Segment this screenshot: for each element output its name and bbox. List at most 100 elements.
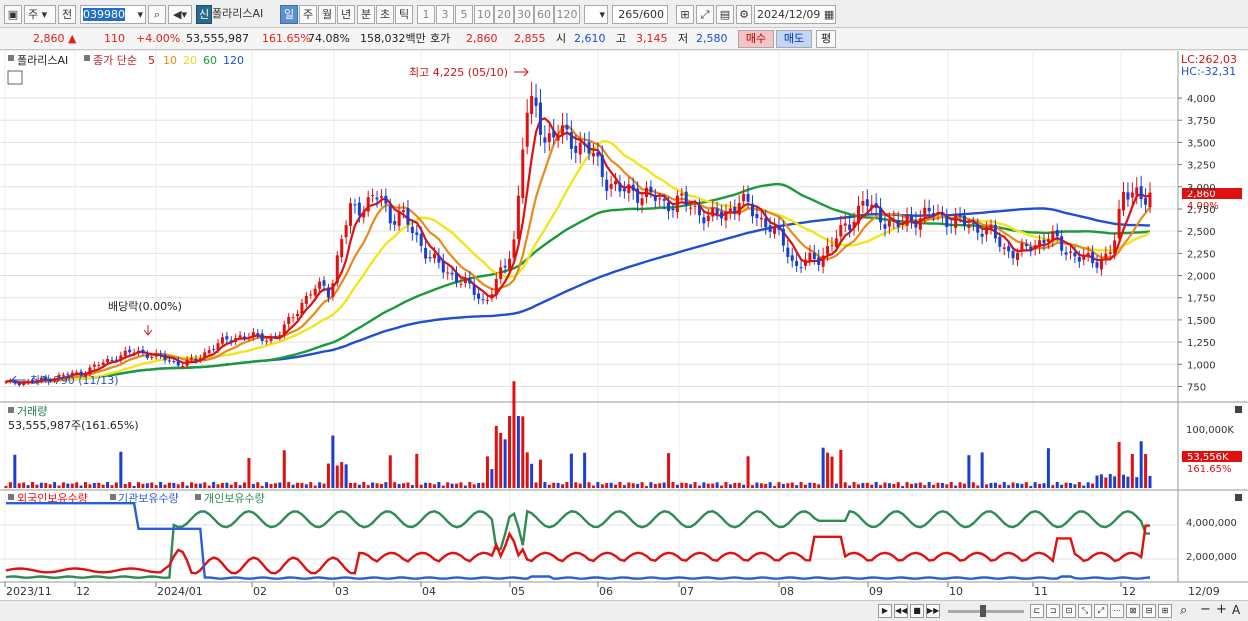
volume-bar — [958, 482, 962, 488]
zoom-search-icon[interactable]: ⌕ — [1180, 603, 1187, 618]
price-value: 2,860 — [33, 32, 65, 45]
candle-body — [468, 278, 472, 284]
interval-5[interactable]: 5 — [455, 5, 473, 24]
candle-body — [1042, 239, 1046, 244]
candle-body — [883, 224, 887, 229]
volume-bar — [57, 485, 61, 488]
candle-body — [1029, 246, 1033, 252]
prev-button[interactable]: 전 — [58, 5, 76, 24]
interval-20[interactable]: 20 — [494, 5, 514, 24]
sell-button[interactable]: 매도 — [776, 30, 812, 48]
period-year[interactable]: 년 — [337, 5, 355, 24]
volume-bar — [1126, 476, 1130, 488]
volume-bar — [609, 482, 613, 488]
crosshair-toggle-icon[interactable] — [7, 70, 23, 85]
candle-body — [181, 365, 185, 367]
zoom-in-icon[interactable]: + — [1216, 602, 1227, 617]
candle-body — [680, 193, 684, 196]
holding-panel-close-icon[interactable] — [1235, 494, 1242, 501]
volume-bar — [26, 485, 30, 488]
scroll-right-icon[interactable]: ▶ — [878, 604, 892, 618]
speaker-icon[interactable]: ◀▾ — [168, 5, 192, 24]
volume-bar — [291, 484, 295, 488]
candle-body — [786, 247, 790, 257]
gear-icon[interactable]: ⚙ — [736, 5, 752, 24]
x-tick-label: 10 — [949, 585, 963, 598]
zoom-out-icon[interactable]: − — [1200, 602, 1211, 617]
draw-tool-icon-4[interactable]: ⤡ — [1078, 604, 1092, 618]
stock-code-input[interactable]: 039980 ▾ — [80, 5, 146, 24]
ma-5-line — [5, 117, 1151, 384]
ma-20-line — [5, 139, 1151, 384]
volume-panel-close-icon[interactable] — [1235, 406, 1242, 413]
candle-body — [936, 212, 940, 214]
interval-60[interactable]: 60 — [534, 5, 554, 24]
ma-20-label: 20 — [183, 54, 197, 67]
interval-120[interactable]: 120 — [554, 5, 580, 24]
bottom-navigation-bar: ▶ ◀◀ ■ ▶▶ ⊏ ⊐ ⊡ ⤡ ⤢ ⋯ ⊠ ⊟ ⊞ ⌕ − + A — [0, 600, 1248, 621]
volume-bar — [927, 482, 931, 488]
volume-bar — [508, 416, 512, 488]
period-second[interactable]: 초 — [376, 5, 394, 24]
draw-tool-icon-1[interactable]: ⊏ — [1030, 604, 1044, 618]
interval-3[interactable]: 3 — [436, 5, 454, 24]
rewind-icon[interactable]: ◀◀ — [894, 604, 908, 618]
candle-body — [856, 205, 860, 224]
interval-1[interactable]: 1 — [417, 5, 435, 24]
date-input[interactable]: 2024/12/09 ▦ — [754, 5, 836, 24]
flat-button[interactable]: 평 — [816, 30, 836, 48]
candle-body — [547, 133, 551, 143]
volume-bar — [1011, 482, 1015, 488]
candle-body — [1095, 262, 1099, 268]
stock-name: 폴라리스AI — [212, 5, 278, 24]
draw-tool-icon-9[interactable]: ⊞ — [1158, 604, 1172, 618]
draw-tool-icon-8[interactable]: ⊟ — [1142, 604, 1156, 618]
interval-custom-select[interactable]: ▾ — [584, 5, 608, 24]
draw-tool-icon-2[interactable]: ⊐ — [1046, 604, 1060, 618]
stop-icon[interactable]: ■ — [910, 604, 924, 618]
search-icon[interactable]: ⌕ — [148, 5, 166, 24]
market-select[interactable]: 주 ▾ — [24, 5, 56, 24]
interval-10[interactable]: 10 — [474, 5, 494, 24]
period-month[interactable]: 월 — [318, 5, 336, 24]
interval-30[interactable]: 30 — [514, 5, 534, 24]
period-tick[interactable]: 틱 — [395, 5, 413, 24]
volume-bar — [1038, 483, 1042, 488]
candle-body — [591, 153, 595, 157]
volume-bar — [419, 484, 423, 488]
buy-button[interactable]: 매수 — [738, 30, 774, 48]
volume-bar — [976, 485, 980, 488]
period-minute[interactable]: 분 — [357, 5, 375, 24]
chart-area[interactable]: 폴라리스AI 종가 단순 5 10 20 60 120 LC:262,03 HC… — [0, 51, 1248, 600]
volume-bar — [649, 482, 653, 488]
window-menu-icon[interactable]: ▣ — [4, 5, 22, 24]
period-day[interactable]: 일 — [280, 5, 298, 24]
new-button[interactable]: 신 — [196, 5, 212, 24]
draw-tool-icon-3[interactable]: ⊡ — [1062, 604, 1076, 618]
open-label-text: 시 — [556, 32, 567, 45]
zoom-slider[interactable] — [948, 610, 1024, 613]
candle-body — [861, 200, 865, 206]
volume-bar — [569, 453, 573, 488]
draw-tool-icon-6[interactable]: ⋯ — [1110, 604, 1124, 618]
count-input[interactable]: 265/600 — [612, 5, 668, 24]
draw-tool-icon-5[interactable]: ⤢ — [1094, 604, 1108, 618]
candle-body — [746, 193, 750, 202]
period-year-label: 년 — [340, 8, 352, 21]
volume-bar — [967, 455, 971, 488]
period-week[interactable]: 주 — [299, 5, 317, 24]
zoom-slider-handle[interactable] — [980, 605, 986, 617]
volume-bar — [622, 485, 626, 488]
fast-forward-icon[interactable]: ▶▶ — [926, 604, 940, 618]
compare-icon[interactable]: ⤢ — [696, 5, 714, 24]
candle-body — [927, 207, 931, 212]
y-tick-label: 2,500 — [1187, 227, 1216, 238]
save-icon[interactable]: ▤ — [716, 5, 734, 24]
chart-tools-icon[interactable]: ⊞ — [676, 5, 694, 24]
volume-bar — [874, 482, 878, 488]
font-size-icon[interactable]: A — [1232, 603, 1240, 617]
draw-tool-icon-7[interactable]: ⊠ — [1126, 604, 1140, 618]
volume-bar — [309, 482, 313, 488]
volume-bar — [17, 483, 21, 488]
stock-chart-svg[interactable]: 폴라리스AI 종가 단순 5 10 20 60 120 LC:262,03 HC… — [0, 51, 1248, 600]
